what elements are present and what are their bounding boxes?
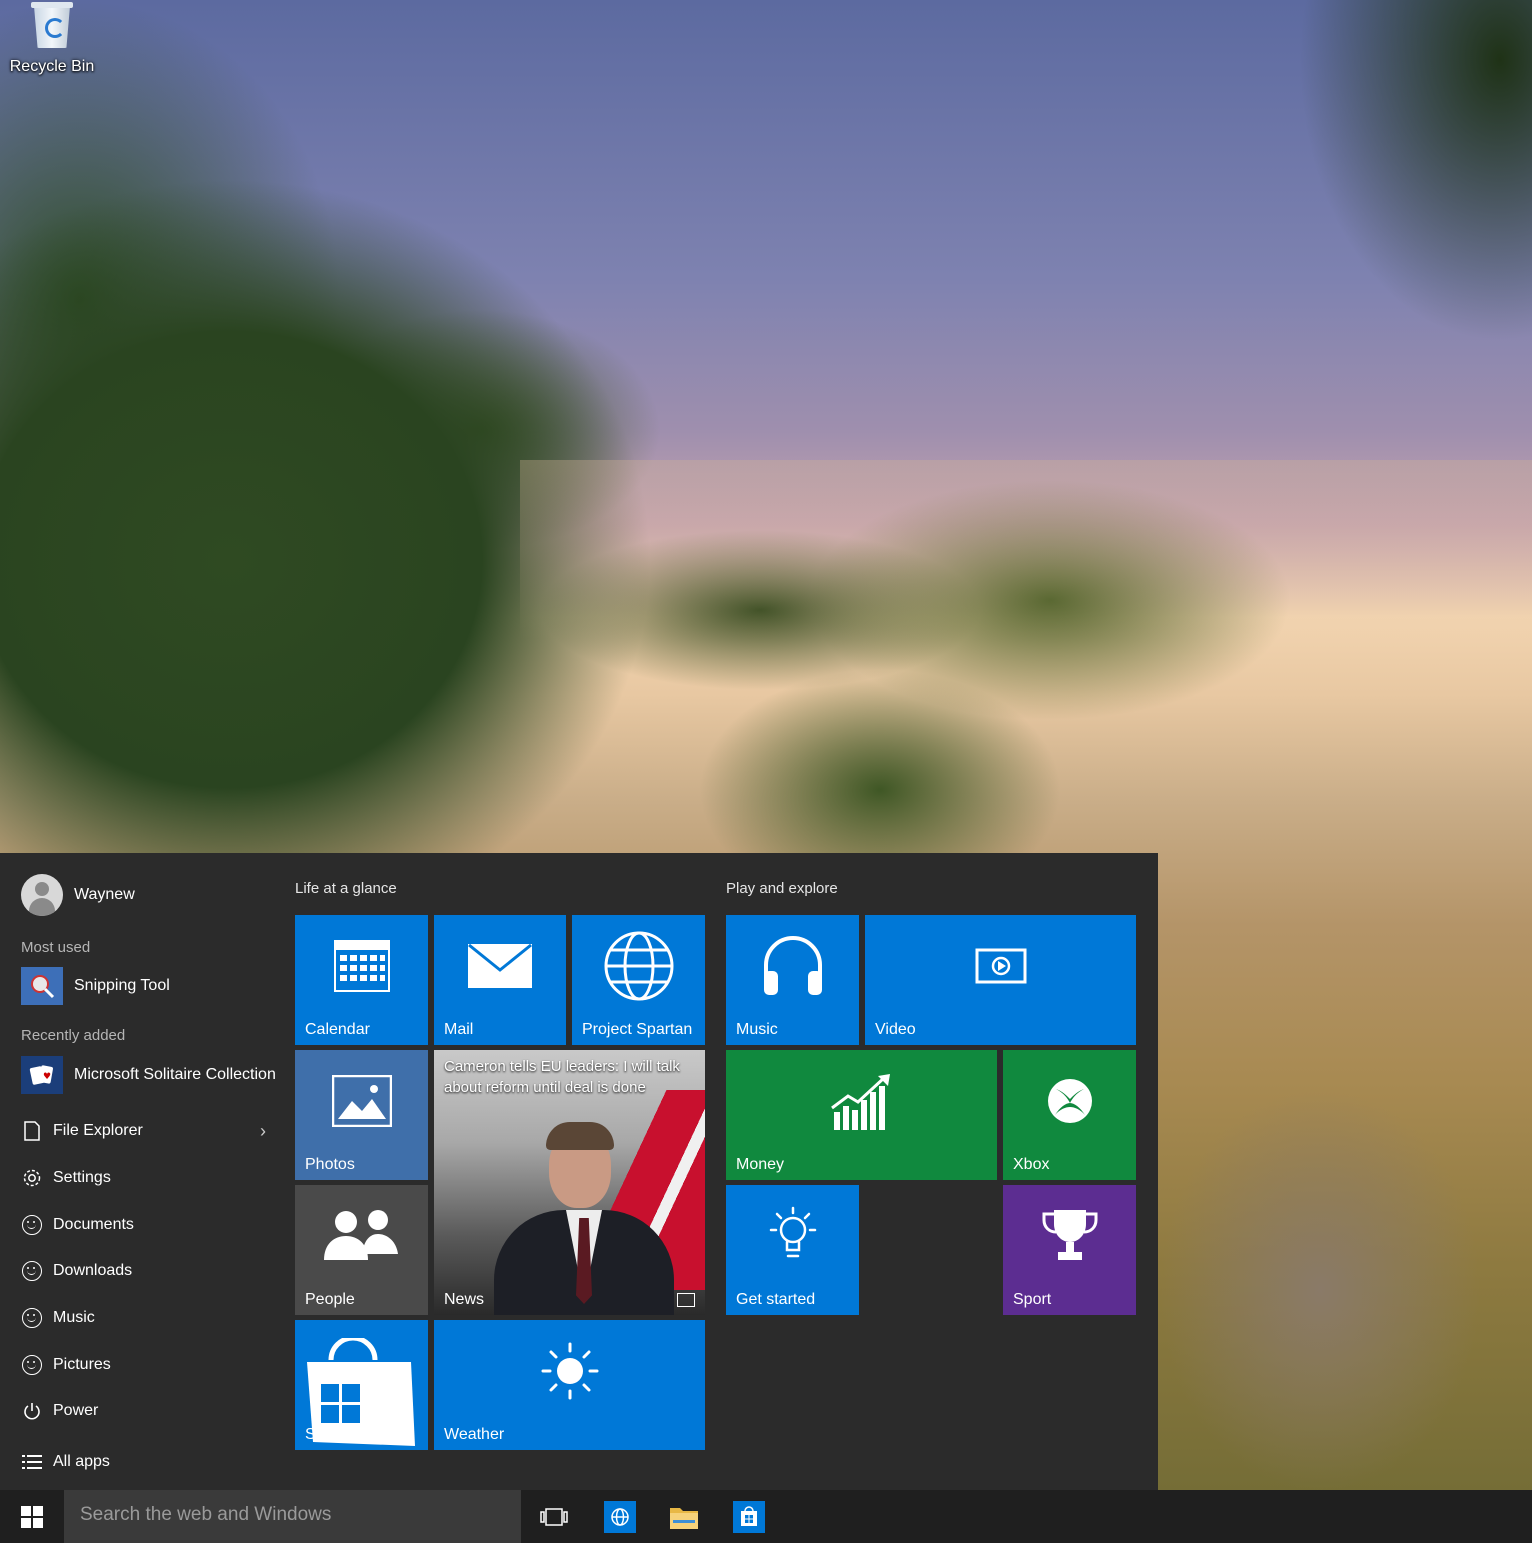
music-folder-icon — [21, 1307, 43, 1329]
tile-label: Music — [736, 1021, 778, 1038]
file-explorer-icon — [21, 1120, 43, 1142]
nav-label: File Explorer — [53, 1122, 143, 1139]
nav-label: All apps — [53, 1453, 110, 1470]
nav-label: Music — [53, 1309, 95, 1326]
tile-label: Xbox — [1013, 1156, 1050, 1173]
tile-video[interactable]: Video — [865, 915, 1136, 1045]
chevron-right-icon[interactable]: › — [260, 1121, 266, 1142]
tile-people[interactable]: People — [295, 1185, 428, 1315]
most-used-heading: Most used — [21, 939, 91, 956]
globe-icon — [572, 915, 705, 1017]
tile-label: Get started — [736, 1291, 816, 1308]
nav-label: Settings — [53, 1169, 111, 1186]
xbox-icon — [1003, 1050, 1136, 1152]
windows-logo-icon — [21, 1505, 43, 1528]
calendar-icon — [295, 915, 428, 1017]
snipping-tool-icon — [21, 967, 63, 1005]
tile-news[interactable]: Cameron tells EU leaders: I will talk ab… — [434, 1050, 705, 1315]
headphones-icon — [726, 915, 859, 1017]
nav-settings[interactable]: Settings — [21, 1167, 266, 1189]
app-label: Microsoft Solitaire Collection — [74, 1066, 276, 1083]
tile-label: Calendar — [305, 1021, 370, 1038]
chart-growth-icon — [726, 1050, 997, 1152]
people-icon — [295, 1185, 428, 1287]
nav-label: Documents — [53, 1216, 134, 1233]
app-microsoft-solitaire[interactable]: ♥ Microsoft Solitaire Collection — [21, 1056, 276, 1094]
nav-label: Downloads — [53, 1262, 133, 1279]
tile-store[interactable]: Store ( — [295, 1320, 428, 1450]
tile-label: Project Spartan — [582, 1021, 693, 1038]
recycle-bin-label: Recycle Bin — [9, 58, 95, 75]
power-icon — [21, 1400, 43, 1422]
start-button[interactable] — [0, 1490, 64, 1543]
tile-label: Video — [875, 1021, 916, 1038]
tile-calendar[interactable]: Calendar — [295, 915, 428, 1045]
task-view-button[interactable] — [533, 1497, 575, 1537]
solitaire-icon: ♥ — [21, 1056, 63, 1094]
sun-icon — [434, 1320, 705, 1422]
app-snipping-tool[interactable]: Snipping Tool — [21, 967, 170, 1005]
nav-pictures[interactable]: Pictures — [21, 1354, 266, 1376]
tile-xbox[interactable]: Xbox — [1003, 1050, 1136, 1180]
taskbar-browser-button[interactable] — [599, 1497, 641, 1537]
desktop-icon-recycle-bin[interactable]: Recycle Bin — [6, 0, 98, 76]
nav-downloads[interactable]: Downloads — [21, 1260, 266, 1282]
tile-label: Mail — [444, 1021, 474, 1038]
tile-label: Store ( — [305, 1426, 354, 1443]
tile-music[interactable]: Music — [726, 915, 859, 1045]
store-icon — [733, 1501, 765, 1533]
tile-label: Photos — [305, 1156, 355, 1173]
tile-project-spartan[interactable]: Project Spartan — [572, 915, 705, 1045]
news-badge-icon — [677, 1293, 695, 1307]
lightbulb-icon — [726, 1185, 859, 1287]
task-view-icon — [540, 1508, 568, 1526]
nav-power[interactable]: Power — [21, 1400, 266, 1422]
gear-icon — [21, 1167, 43, 1189]
list-icon — [21, 1451, 43, 1473]
nav-music[interactable]: Music — [21, 1307, 266, 1329]
tile-weather[interactable]: Weather — [434, 1320, 705, 1450]
trophy-icon — [1003, 1185, 1136, 1287]
app-label: Snipping Tool — [74, 977, 170, 994]
wallpaper-hills — [520, 460, 1532, 640]
photos-icon — [295, 1050, 428, 1152]
globe-icon — [604, 1501, 636, 1533]
tile-photos[interactable]: Photos — [295, 1050, 428, 1180]
taskbar-store-button[interactable] — [728, 1497, 770, 1537]
nav-file-explorer[interactable]: File Explorer › — [21, 1120, 266, 1142]
documents-icon — [21, 1214, 43, 1236]
nav-label: Power — [53, 1402, 99, 1419]
tile-label: News — [444, 1291, 485, 1308]
taskbar-file-explorer-button[interactable] — [663, 1497, 705, 1537]
downloads-icon — [21, 1260, 43, 1282]
nav-documents[interactable]: Documents — [21, 1214, 266, 1236]
mail-icon — [434, 915, 566, 1017]
tile-label: Money — [736, 1156, 785, 1173]
search-box[interactable]: Search the web and Windows — [64, 1490, 521, 1543]
news-photo — [494, 1110, 674, 1315]
tile-label: Sport — [1013, 1291, 1052, 1308]
nav-label: Pictures — [53, 1356, 111, 1373]
tile-get-started[interactable]: Get started — [726, 1185, 859, 1315]
tile-money[interactable]: Money — [726, 1050, 997, 1180]
pictures-icon — [21, 1354, 43, 1376]
recycle-bin-icon — [28, 0, 76, 50]
video-icon — [865, 915, 1136, 1017]
tile-sport[interactable]: Sport — [1003, 1185, 1136, 1315]
recently-added-heading: Recently added — [21, 1027, 126, 1044]
tile-label: Weather — [444, 1426, 505, 1443]
search-placeholder: Search the web and Windows — [80, 1504, 332, 1525]
news-headline: Cameron tells EU leaders: I will talk ab… — [444, 1058, 680, 1096]
nav-all-apps[interactable]: All apps — [21, 1451, 266, 1473]
tile-mail[interactable]: Mail — [434, 915, 566, 1045]
group-title-play: Play and explore — [726, 880, 838, 897]
group-title-life: Life at a glance — [295, 880, 397, 897]
avatar — [21, 874, 63, 916]
svg-text:♥: ♥ — [43, 1072, 51, 1082]
folder-icon — [670, 1508, 698, 1529]
user-name: Waynew — [74, 886, 135, 903]
user-account[interactable]: Waynew — [21, 874, 135, 916]
tile-label: People — [305, 1291, 355, 1308]
wallpaper-path — [1160, 1090, 1480, 1490]
